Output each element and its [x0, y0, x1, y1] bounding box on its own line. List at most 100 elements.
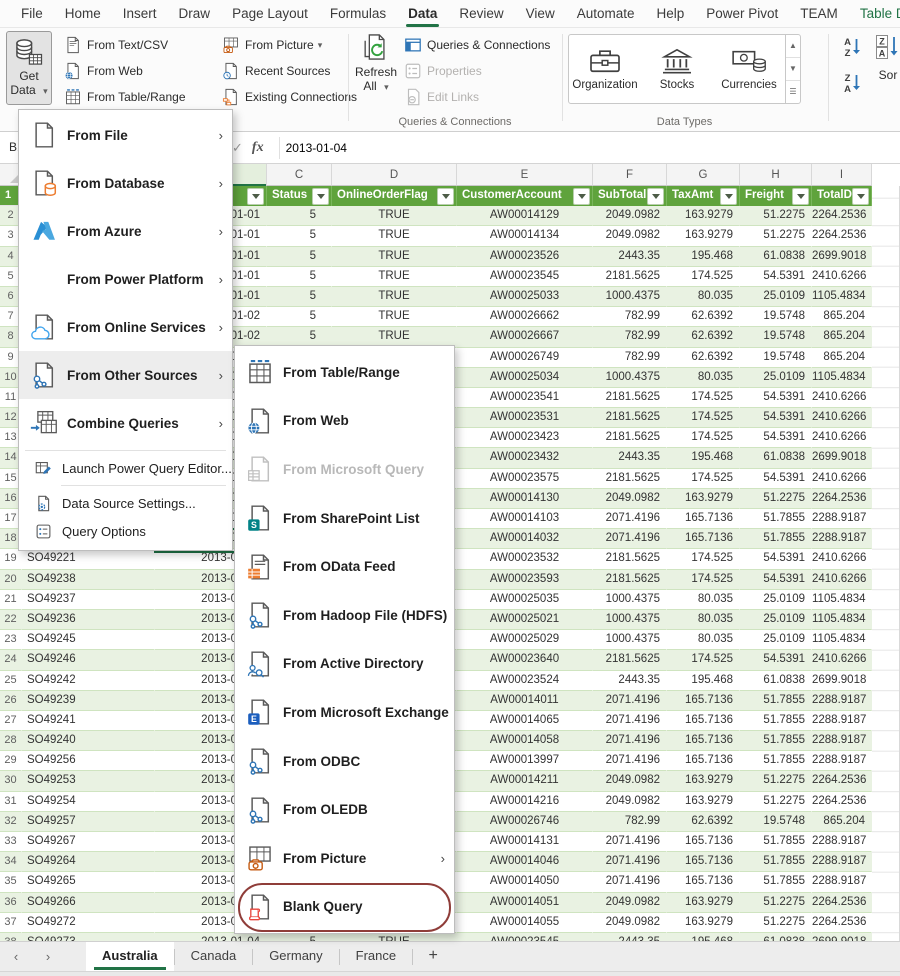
cell[interactable]: 51.2275	[740, 893, 812, 913]
cell[interactable]: 51.7855	[740, 529, 812, 549]
cell[interactable]: 54.5391	[740, 408, 812, 428]
cell[interactable]: 19.5748	[740, 307, 812, 327]
cell[interactable]: 174.525	[667, 549, 740, 569]
cell[interactable]: 51.2275	[740, 792, 812, 812]
cell[interactable]: 54.5391	[740, 469, 812, 489]
menu-item-launch-power-query-editor[interactable]: Launch Power Query Editor...	[19, 454, 232, 482]
column-header-I[interactable]: I	[812, 164, 872, 186]
row-number[interactable]: 29	[0, 751, 22, 771]
cell[interactable]: 1105.4834	[812, 287, 872, 307]
cell[interactable]: 2181.5625	[593, 570, 667, 590]
cell[interactable]: SO49264	[22, 852, 155, 872]
cell[interactable]: SO49242	[22, 671, 155, 691]
cell[interactable]: 865.204	[812, 327, 872, 347]
cell[interactable]: 51.2275	[740, 226, 812, 246]
filter-dropdown-button[interactable]	[720, 188, 737, 205]
ribbon-tab-data[interactable]: Data	[397, 0, 448, 28]
cell[interactable]: TRUE	[332, 933, 457, 941]
cell[interactable]: 1105.4834	[812, 630, 872, 650]
row-number[interactable]: 35	[0, 872, 22, 892]
cell[interactable]: 2264.2536	[812, 913, 872, 933]
add-sheet-button[interactable]: +	[413, 942, 453, 972]
filter-dropdown-button[interactable]	[247, 188, 264, 205]
cell[interactable]: 2288.9187	[812, 529, 872, 549]
cell[interactable]: 54.5391	[740, 650, 812, 670]
cell[interactable]: 80.035	[667, 590, 740, 610]
cell[interactable]: 2699.9018	[812, 247, 872, 267]
cell[interactable]: 2288.9187	[812, 832, 872, 852]
cell[interactable]: 2071.4196	[593, 832, 667, 852]
from-table-range-button[interactable]: From Table/Range	[64, 86, 186, 108]
cell[interactable]: 54.5391	[740, 388, 812, 408]
cell[interactable]: 174.525	[667, 388, 740, 408]
cell[interactable]: AW00014103	[457, 509, 593, 529]
row-number[interactable]: 33	[0, 832, 22, 852]
cell[interactable]: TRUE	[332, 287, 457, 307]
recent-sources-button[interactable]: Recent Sources	[222, 60, 330, 82]
cell[interactable]: 165.7136	[667, 509, 740, 529]
cell[interactable]: 2264.2536	[812, 206, 872, 226]
cell[interactable]: 5	[267, 287, 332, 307]
cell[interactable]: AW00023532	[457, 549, 593, 569]
column-header-D[interactable]: D	[332, 164, 457, 186]
from-picture-button[interactable]: From Picture▾	[222, 34, 322, 56]
cell[interactable]: 2288.9187	[812, 691, 872, 711]
cell[interactable]: 2410.6266	[812, 570, 872, 590]
cell[interactable]: 195.468	[667, 933, 740, 941]
header-cell-onlineorderflag[interactable]: OnlineOrderFlag	[332, 186, 457, 206]
row-number[interactable]: 38	[0, 933, 22, 941]
ribbon-tab-review[interactable]: Review	[448, 0, 514, 28]
cell[interactable]: AW00026746	[457, 812, 593, 832]
cell[interactable]: 2410.6266	[812, 388, 872, 408]
cell[interactable]: 61.0838	[740, 448, 812, 468]
cell[interactable]: 165.7136	[667, 852, 740, 872]
cell[interactable]: 2699.9018	[812, 448, 872, 468]
cell[interactable]: 2443.35	[593, 448, 667, 468]
cell[interactable]: 195.468	[667, 448, 740, 468]
ribbon-tab-power-pivot[interactable]: Power Pivot	[695, 0, 789, 28]
cell[interactable]: 165.7136	[667, 691, 740, 711]
cell[interactable]: AW00014129	[457, 206, 593, 226]
cell[interactable]: SO49241	[22, 711, 155, 731]
cell[interactable]: AW00023526	[457, 247, 593, 267]
cell[interactable]: 165.7136	[667, 731, 740, 751]
cell[interactable]: 165.7136	[667, 832, 740, 852]
cell[interactable]: 165.7136	[667, 751, 740, 771]
cell[interactable]: 51.2275	[740, 771, 812, 791]
filter-dropdown-button[interactable]	[437, 188, 454, 205]
stocks-data-type[interactable]: Stocks	[641, 35, 713, 103]
filter-dropdown-button[interactable]	[647, 188, 664, 205]
cell[interactable]: 51.7855	[740, 832, 812, 852]
column-header-C[interactable]: C	[267, 164, 332, 186]
cell[interactable]: 865.204	[812, 812, 872, 832]
header-cell-customeraccount[interactable]: CustomerAccount	[457, 186, 593, 206]
cell[interactable]: 1105.4834	[812, 368, 872, 388]
cell[interactable]: AW00023640	[457, 650, 593, 670]
cell[interactable]: SO49257	[22, 812, 155, 832]
submenu-item-from-odata-feed[interactable]: From OData Feed	[235, 542, 454, 591]
menu-item-from-database[interactable]: From Database›	[19, 159, 232, 207]
cell[interactable]: 163.9279	[667, 893, 740, 913]
cell[interactable]: 54.5391	[740, 549, 812, 569]
cell[interactable]: AW00014130	[457, 489, 593, 509]
gallery-more-button[interactable]: ☰	[786, 81, 800, 103]
cell[interactable]: 19.5748	[740, 812, 812, 832]
menu-item-from-power-platform[interactable]: From Power Platform›	[19, 255, 232, 303]
cell[interactable]: TRUE	[332, 267, 457, 287]
cell[interactable]: AW00014131	[457, 832, 593, 852]
cell[interactable]: 2013-01-04	[155, 933, 267, 941]
cell[interactable]: 2049.0982	[593, 489, 667, 509]
cell[interactable]: 165.7136	[667, 529, 740, 549]
cell[interactable]: AW00025029	[457, 630, 593, 650]
cell[interactable]: 51.2275	[740, 913, 812, 933]
filter-dropdown-button[interactable]	[852, 188, 869, 205]
row-number[interactable]: 31	[0, 792, 22, 812]
ribbon-tab-home[interactable]: Home	[54, 0, 112, 28]
cell[interactable]: 782.99	[593, 348, 667, 368]
ribbon-tab-view[interactable]: View	[515, 0, 566, 28]
sheet-nav-prev-icon[interactable]: ‹	[0, 942, 32, 972]
row-number[interactable]: 25	[0, 671, 22, 691]
cell[interactable]: AW00023541	[457, 388, 593, 408]
cell[interactable]: 51.7855	[740, 751, 812, 771]
cell[interactable]: SO49245	[22, 630, 155, 650]
